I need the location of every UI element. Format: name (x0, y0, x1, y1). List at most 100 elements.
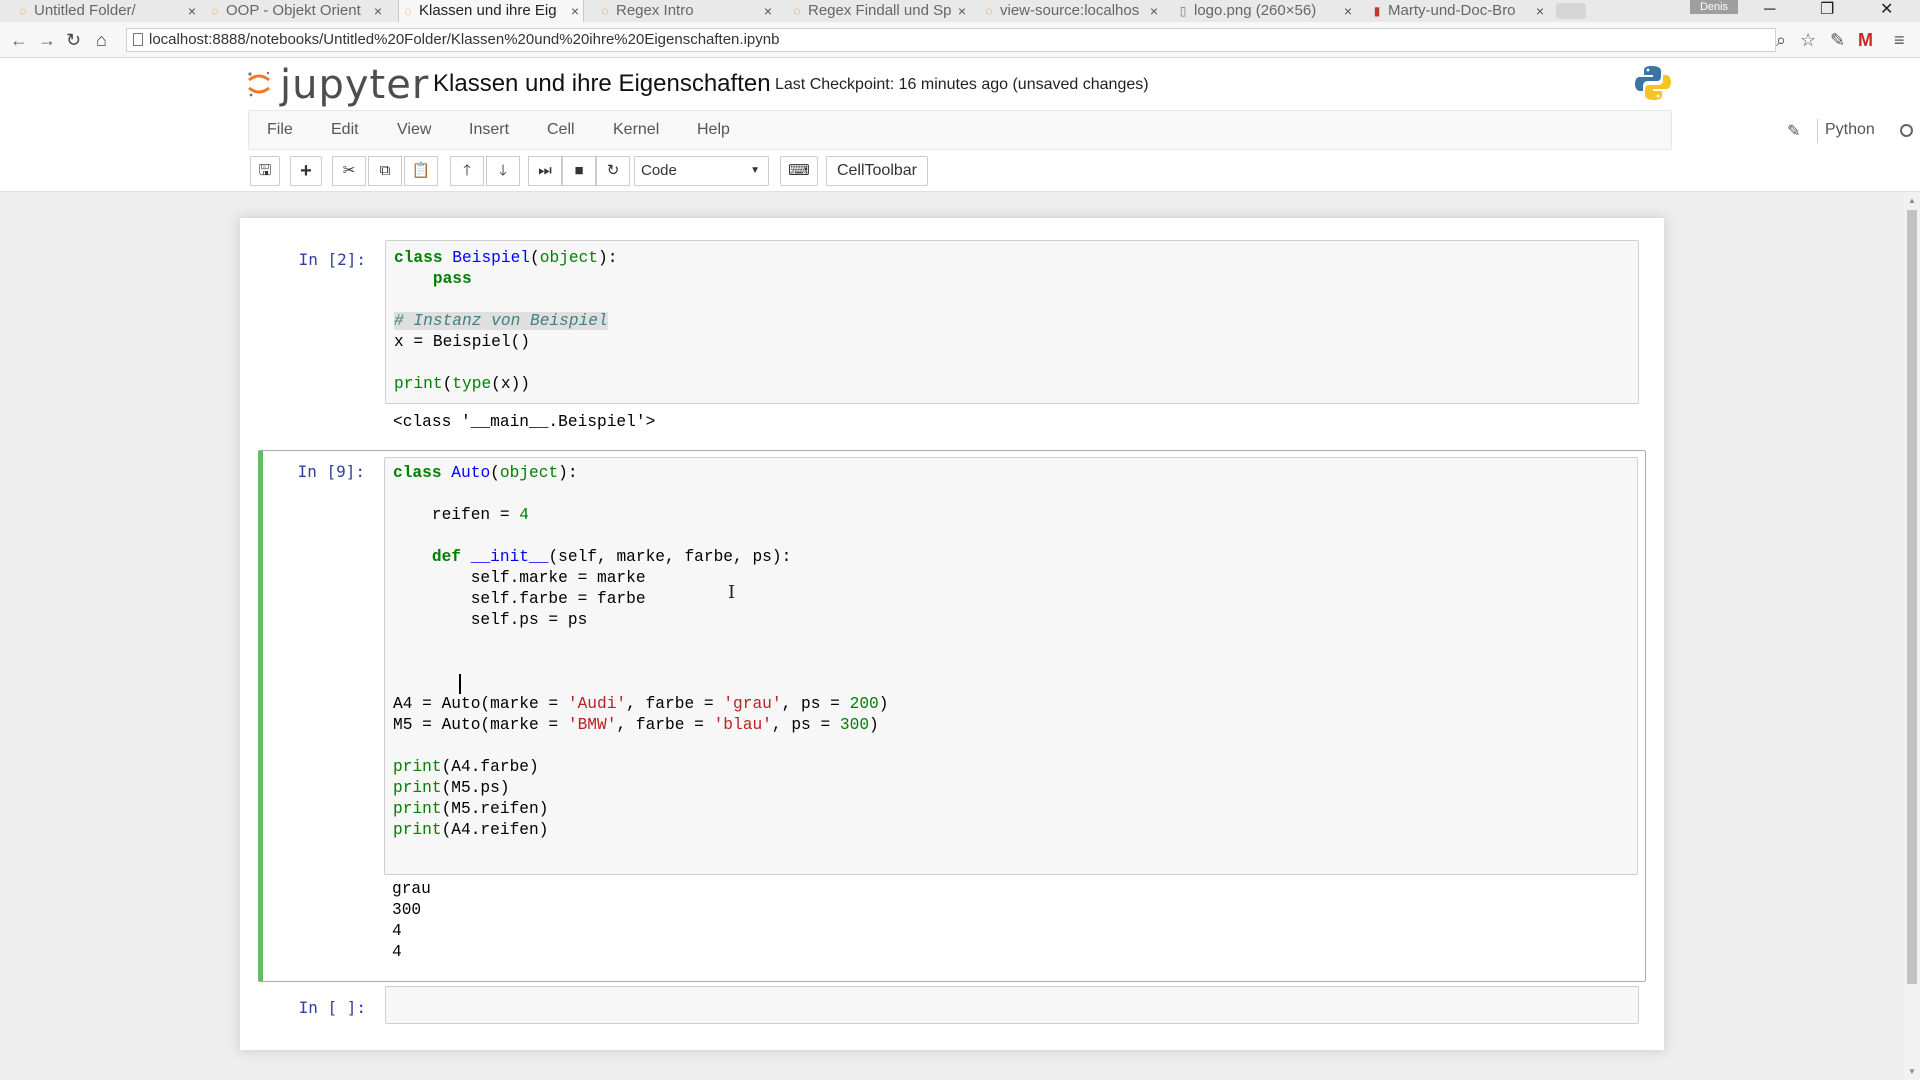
interrupt-kernel-button[interactable]: ■ (562, 156, 596, 186)
close-icon[interactable]: × (958, 0, 966, 22)
insert-cell-button[interactable]: + (290, 156, 322, 186)
stop-icon: ■ (574, 162, 584, 179)
reload-icon[interactable]: ↻ (66, 29, 81, 51)
paste-button[interactable]: 📋 (404, 156, 438, 186)
code-cell-selected[interactable]: In [9]: class Auto(object): reifen = 4 d… (258, 450, 1646, 982)
kernel-divider (1817, 119, 1818, 143)
browser-tab-klassen[interactable]: ◌ Klassen und ihre Eig × (398, 0, 584, 22)
mouse-ibeam-icon: I (728, 582, 736, 603)
scroll-up-icon[interactable]: ▲ (1908, 196, 1916, 205)
menu-icon[interactable]: ≡ (1894, 30, 1905, 50)
browser-tab-untitled-folder[interactable]: ◌ Untitled Folder/ × (14, 0, 200, 22)
scrollbar-thumb[interactable] (1907, 210, 1917, 984)
code-content: class Auto(object): reifen = 4 def __ini… (393, 464, 889, 839)
browser-tab-marty[interactable]: ▮ Marty-und-Doc-Bro × (1368, 0, 1548, 22)
run-cell-button[interactable]: ⏭ (528, 156, 562, 186)
page-scrollbar[interactable]: ▲ ▼ (1904, 192, 1920, 1080)
close-icon[interactable]: × (1150, 0, 1158, 22)
notebook-title[interactable]: Klassen und ihre Eigenschaften (433, 70, 771, 98)
home-icon[interactable]: ⌂ (96, 29, 107, 51)
menu-view[interactable]: View (397, 111, 431, 149)
menu-edit[interactable]: Edit (331, 111, 359, 149)
code-cell[interactable]: In [2]: class Beispiel(object): pass # I… (260, 240, 1650, 440)
checkpoint-status: Last Checkpoint: 16 minutes ago (unsaved… (775, 76, 1149, 93)
edit-mode-pencil-icon: ✎ (1787, 123, 1801, 140)
cut-button[interactable]: ✂ (332, 156, 366, 186)
copy-icon: ⧉ (379, 162, 391, 179)
close-window-icon[interactable]: ✕ (1880, 0, 1893, 20)
code-editor[interactable]: class Beispiel(object): pass # Instanz v… (385, 240, 1639, 404)
command-palette-button[interactable]: ⌨ (780, 156, 818, 186)
menu-insert[interactable]: Insert (469, 111, 509, 149)
arrow-down-icon: 🡓 (499, 162, 507, 179)
restore-icon[interactable]: ❐ (1820, 0, 1834, 20)
python-logo-icon (1635, 66, 1671, 100)
menu-container: File Edit View Insert Cell Kernel Help ✎… (248, 110, 1913, 176)
browser-tab-logo-png[interactable]: ▯ logo.png (260×56) × (1174, 0, 1356, 22)
menu-cell[interactable]: Cell (547, 111, 575, 149)
celltoolbar-button[interactable]: CellToolbar (826, 156, 928, 186)
back-icon[interactable]: ← (10, 29, 28, 51)
jupyter-icon: ◌ (19, 4, 27, 18)
menu-help[interactable]: Help (697, 111, 730, 149)
code-content: class Beispiel(object): pass # Instanz v… (394, 249, 618, 393)
gmail-icon[interactable]: M (1858, 30, 1873, 50)
url-field[interactable]: localhost:8888/notebooks/Untitled%20Fold… (126, 28, 1776, 52)
profile-badge[interactable]: Denis (1690, 0, 1738, 14)
jupyter-icon: ◌ (793, 4, 801, 18)
browser-tab-regex-findall[interactable]: ◌ Regex Findall und Sp × (788, 0, 970, 22)
minimize-icon[interactable]: ─ (1764, 0, 1775, 20)
code-editor[interactable] (385, 986, 1639, 1024)
menu-file[interactable]: File (267, 111, 293, 149)
cell-output: <class '__main__.Beispiel'> (393, 413, 656, 431)
close-icon[interactable]: × (188, 0, 196, 22)
close-icon[interactable]: × (571, 0, 579, 22)
browser-tab-regex-intro[interactable]: ◌ Regex Intro × (596, 0, 776, 22)
document-icon: ▯ (1179, 4, 1187, 18)
bookmark-icon: ▮ (1373, 4, 1381, 18)
notebook-toolbar: 🖫 + ✂ ⧉ 📋 🡑 🡓 ⏭ ■ ↻ Code ▼ ⌨ CellToolbar (0, 150, 1920, 192)
jupyter-logo-icon (248, 71, 270, 97)
notebook-container: In [2]: class Beispiel(object): pass # I… (240, 218, 1664, 1050)
caret-down-icon: ▼ (750, 165, 760, 176)
close-icon[interactable]: × (764, 0, 772, 22)
code-editor[interactable]: class Auto(object): reifen = 4 def __ini… (384, 457, 1638, 875)
star-icon[interactable]: ☆ (1800, 30, 1816, 50)
arrow-up-icon: 🡑 (463, 162, 471, 179)
input-prompt: In [2]: (298, 250, 366, 269)
jupyter-icon: ◌ (985, 4, 993, 18)
kernel-idle-indicator-icon (1900, 124, 1913, 137)
keyboard-icon: ⌨ (788, 162, 810, 179)
text-cursor (459, 674, 461, 694)
jupyter-icon: ◌ (404, 4, 412, 18)
jupyter-icon: ◌ (601, 4, 609, 18)
save-button[interactable]: 🖫 (250, 156, 280, 186)
jupyter-icon: ◌ (211, 4, 219, 18)
input-prompt: In [ ]: (298, 998, 366, 1017)
move-down-button[interactable]: 🡓 (486, 156, 520, 186)
extension-pen-icon[interactable]: ✎ (1830, 30, 1845, 50)
cell-type-select[interactable]: Code ▼ (634, 156, 769, 186)
plus-icon: + (300, 160, 312, 182)
scroll-down-icon[interactable]: ▼ (1908, 1067, 1916, 1076)
paste-icon: 📋 (411, 162, 431, 179)
close-icon[interactable]: × (1344, 0, 1352, 22)
menu-kernel[interactable]: Kernel (613, 111, 659, 149)
forward-icon[interactable]: → (38, 29, 56, 51)
browser-tab-oop[interactable]: ◌ OOP - Objekt Orient × (206, 0, 386, 22)
scissors-icon: ✂ (342, 162, 356, 179)
code-cell-empty[interactable]: In [ ]: (260, 986, 1650, 1026)
restart-kernel-button[interactable]: ↻ (596, 156, 630, 186)
move-up-button[interactable]: 🡑 (450, 156, 484, 186)
new-tab-button[interactable] (1556, 3, 1586, 19)
zoom-icon[interactable]: ⌕ (1776, 30, 1786, 50)
browser-tab-view-source[interactable]: ◌ view-source:localhos × (980, 0, 1162, 22)
close-icon[interactable]: × (374, 0, 382, 22)
page-info-icon (133, 33, 143, 46)
cell-output: grau 300 4 4 (392, 880, 431, 961)
restart-icon: ↻ (606, 162, 620, 179)
input-prompt: In [9]: (297, 462, 365, 481)
copy-button[interactable]: ⧉ (368, 156, 402, 186)
save-icon: 🖫 (258, 162, 272, 179)
close-icon[interactable]: × (1536, 0, 1544, 22)
